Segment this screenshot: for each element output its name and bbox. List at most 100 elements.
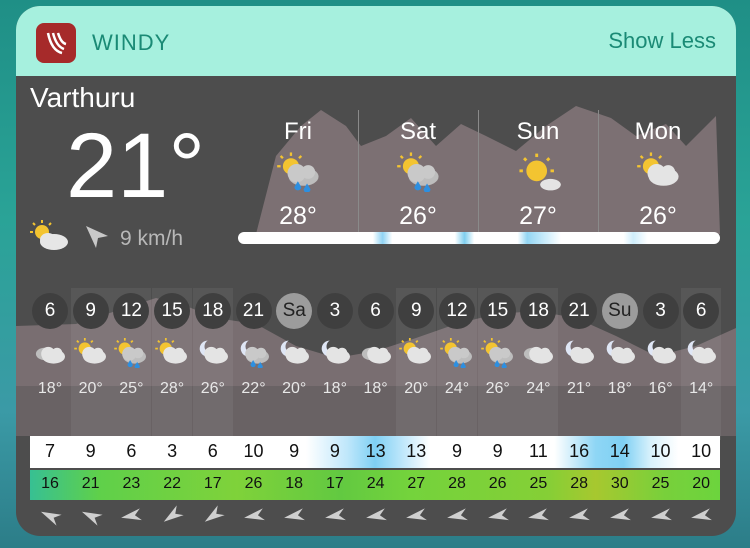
day-name: Sun: [516, 118, 560, 145]
day-marker: Su: [601, 293, 638, 329]
wind-gust-value: 18: [285, 475, 304, 492]
wind-gust-value: 20: [692, 475, 711, 492]
windy-widget: WINDY Show Less Varthuru 21° 9 km/h Fri …: [16, 6, 736, 536]
wind-gust-value: 28: [448, 475, 466, 492]
moon-cloud-icon: [276, 338, 312, 373]
hour-label: 6: [32, 293, 68, 329]
wind-gust-value: 16: [41, 475, 59, 492]
wind-speed-value: 11: [529, 441, 548, 461]
wind-speed-value: 9: [289, 441, 300, 461]
wind-direction-icon: [111, 504, 151, 528]
show-less-button[interactable]: Show Less: [608, 28, 716, 54]
wind-gust-value: 21: [81, 475, 100, 492]
partly-cloudy-icon: [636, 152, 682, 197]
partly-cloudy-icon: [398, 338, 434, 373]
wind-direction-icon: [193, 504, 233, 528]
wind-speed-value: 3: [167, 441, 178, 461]
sun-cloud-rain-icon: [113, 338, 149, 373]
sun-cloud-rain-icon: [396, 152, 442, 197]
sun-cloud-rain-icon: [276, 152, 322, 197]
hour-label: 21: [235, 293, 272, 329]
wind-direction-icon: [30, 504, 70, 528]
hour-label: 3: [642, 293, 679, 329]
wind-direction-icon: [315, 504, 355, 528]
wind-gust-value: 30: [610, 475, 629, 492]
day-forecast-mon[interactable]: Mon 26°: [598, 110, 718, 238]
wind-gust-value: 24: [366, 475, 385, 492]
widget-header: WINDY Show Less: [16, 6, 736, 76]
hour-label: 18: [194, 293, 231, 329]
sunny-icon: [516, 152, 562, 197]
day-forecast-sat[interactable]: Sat 26°: [358, 110, 478, 238]
wind-gust-value: 17: [325, 475, 344, 492]
wind-gust-value: 22: [163, 475, 181, 492]
wind-direction-icon: [356, 504, 396, 528]
moon-cloud-icon: [561, 338, 597, 373]
wind-direction-icon: [559, 504, 599, 528]
cloudy-icon: [32, 338, 68, 373]
partly-cloudy-icon: [154, 338, 190, 373]
day-separator: [478, 110, 479, 238]
wind-direction-icon: [518, 504, 558, 528]
day-forecast-fri[interactable]: Fri 28°: [238, 110, 358, 238]
wind-direction-icon: [71, 504, 111, 528]
day-forecast-sun[interactable]: Sun 27°: [478, 110, 598, 238]
wind-gust-value: 28: [570, 475, 588, 492]
wind-speed-value: 13: [406, 441, 427, 461]
wind-speed-value: 14: [609, 441, 630, 461]
wind-direction-icon: [641, 504, 681, 528]
partly-cloudy-icon: [30, 220, 68, 250]
sun-cloud-rain-icon: [439, 338, 475, 373]
precipitation-bar: [238, 232, 720, 244]
wind-direction-icon: [600, 504, 640, 528]
hour-label: 21: [561, 293, 598, 329]
hour-label: 15: [479, 293, 516, 329]
wind-speed-value: 6: [207, 441, 218, 461]
wind-gust-value: 17: [203, 475, 222, 492]
wind-gust-value: 23: [122, 475, 141, 492]
hour-label: 6: [683, 293, 720, 329]
wind-gust-value: 26: [488, 475, 507, 492]
wind-speed-value: 7: [44, 441, 55, 461]
moon-cloud-icon: [683, 338, 719, 373]
wind-speed-value: 9: [451, 441, 462, 461]
day-name: Sat: [399, 118, 437, 145]
day-temperature: 26°: [399, 202, 437, 230]
hour-label: 15: [154, 293, 191, 329]
wind-gust-value: 25: [651, 475, 670, 492]
hour-label: 6: [357, 293, 394, 329]
wind-speed-value: 16: [569, 441, 590, 461]
wind-speed-value: 10: [650, 441, 671, 461]
wind-direction-icon: [274, 504, 314, 528]
daily-forecast: Fri 28° Sat 26° Sun 27° Mon 26°: [238, 110, 718, 238]
wind-speed-value: 9: [492, 441, 503, 461]
moon-cloud-icon: [195, 338, 231, 373]
hour-label: 3: [316, 293, 353, 329]
windy-logo-icon[interactable]: [36, 23, 76, 63]
wind-direction-icon: [681, 504, 721, 528]
moon-cloud-icon: [643, 338, 679, 373]
wind-speed-value: 9: [85, 441, 96, 461]
wind-direction-icon: [478, 504, 518, 528]
day-separator: [358, 110, 359, 238]
hour-label: 9: [72, 293, 109, 329]
partly-cloudy-icon: [73, 338, 109, 373]
wind-speed-value: 6: [126, 441, 137, 461]
wind-gust-value: 27: [407, 475, 426, 492]
location-name: Varthuru: [30, 82, 136, 113]
moon-cloud-rain-icon: [236, 338, 272, 373]
day-temperature: 28°: [279, 202, 317, 230]
day-separator: [598, 110, 599, 238]
current-wind-speed: 9 km/h: [120, 227, 184, 250]
wind-direction-icon: [234, 504, 274, 528]
day-name: Fri: [284, 118, 312, 145]
cloudy-icon: [520, 338, 556, 373]
wind-arrow-icon: [86, 226, 108, 248]
day-temperature: 26°: [639, 202, 677, 230]
wind-speed-value: 13: [365, 441, 386, 461]
wind-speed-value: 9: [329, 441, 340, 461]
wind-speed-value: 10: [691, 441, 712, 461]
wind-speed-value: 10: [243, 441, 264, 461]
day-marker: Sa: [276, 293, 313, 329]
wind-direction-icon: [396, 504, 436, 528]
